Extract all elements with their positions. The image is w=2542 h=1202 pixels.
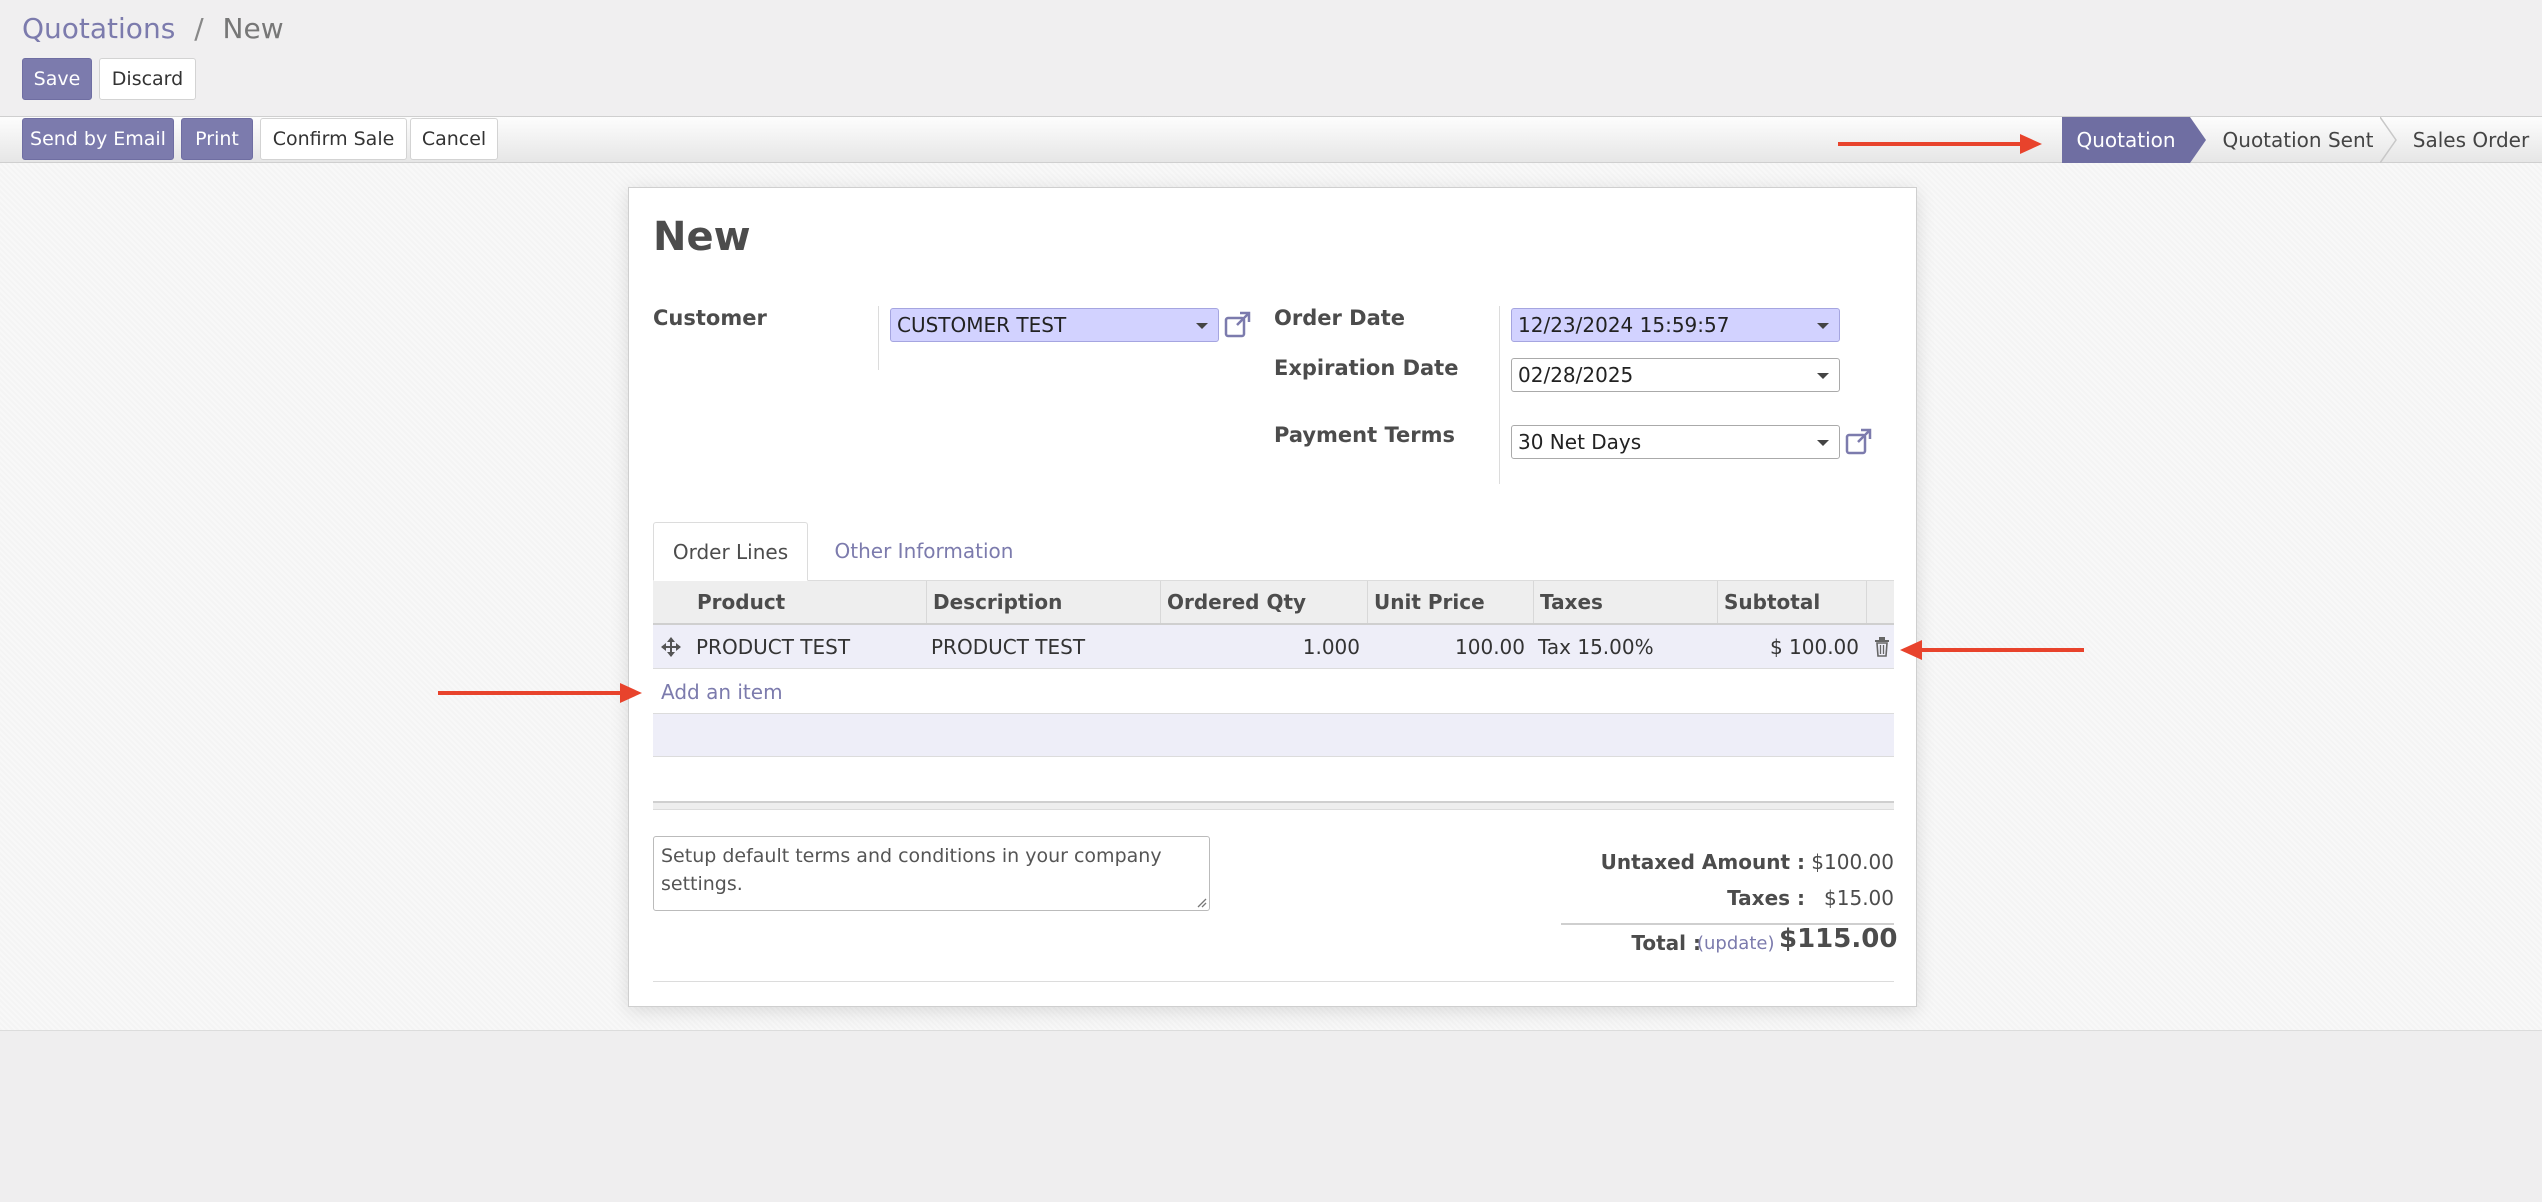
cell-subtotal: $ 100.00 bbox=[1769, 635, 1859, 659]
drag-handle-icon[interactable] bbox=[661, 637, 681, 657]
cell-description: PRODUCT TEST bbox=[931, 635, 1086, 659]
expiration-date-value: 02/28/2025 bbox=[1518, 363, 1634, 387]
stage-quotation-sent[interactable]: Quotation Sent bbox=[2208, 117, 2388, 163]
field-divider bbox=[878, 306, 879, 370]
stage-quotation[interactable]: Quotation bbox=[2062, 117, 2190, 163]
cell-ordered-qty: 1.000 bbox=[1302, 635, 1360, 659]
column-header-ordered-qty[interactable]: Ordered Qty bbox=[1160, 581, 1367, 623]
send-by-email-button[interactable]: Send by Email bbox=[22, 118, 174, 160]
order-date-field[interactable]: 12/23/2024 15:59:57 bbox=[1511, 308, 1840, 342]
order-date-value: 12/23/2024 15:59:57 bbox=[1518, 313, 1730, 337]
save-button[interactable]: Save bbox=[22, 58, 92, 100]
payment-terms-value: 30 Net Days bbox=[1518, 430, 1642, 454]
untaxed-amount-label: Untaxed Amount : bbox=[1600, 850, 1805, 874]
dropdown-caret-icon[interactable] bbox=[1196, 323, 1208, 329]
update-link[interactable]: (update) bbox=[1697, 933, 1774, 954]
stage-arrow-divider bbox=[2380, 117, 2397, 163]
dropdown-caret-icon[interactable] bbox=[1817, 373, 1829, 379]
empty-table-row bbox=[653, 713, 1894, 757]
table-row[interactable]: PRODUCT TEST PRODUCT TEST 1.000 100.00 T… bbox=[653, 625, 1894, 669]
control-panel: Quotations / New Save Discard bbox=[0, 0, 2542, 116]
cancel-button[interactable]: Cancel bbox=[410, 118, 498, 160]
total-value: $115.00 bbox=[1779, 924, 1898, 954]
taxes-value: $15.00 bbox=[1824, 886, 1894, 910]
table-footer bbox=[653, 801, 1894, 810]
dropdown-caret-icon[interactable] bbox=[1817, 323, 1829, 329]
customer-label: Customer bbox=[653, 306, 767, 330]
dropdown-caret-icon[interactable] bbox=[1817, 440, 1829, 446]
stage-arrow-active bbox=[2190, 117, 2206, 163]
cell-taxes: Tax 15.00% bbox=[1538, 635, 1654, 659]
column-header-unit-price[interactable]: Unit Price bbox=[1367, 581, 1533, 623]
column-header-subtotal[interactable]: Subtotal bbox=[1717, 581, 1866, 623]
taxes-label: Taxes : bbox=[1727, 886, 1805, 910]
expiration-date-label: Expiration Date bbox=[1274, 356, 1459, 380]
payment-terms-label: Payment Terms bbox=[1274, 423, 1455, 447]
customer-field[interactable]: CUSTOMER TEST bbox=[890, 308, 1219, 342]
column-header-taxes[interactable]: Taxes bbox=[1533, 581, 1717, 623]
annotation-arrow bbox=[438, 683, 642, 703]
external-link-icon[interactable] bbox=[1844, 426, 1874, 456]
expiration-date-field[interactable]: 02/28/2025 bbox=[1511, 358, 1840, 392]
tab-other-information[interactable]: Other Information bbox=[819, 522, 1029, 580]
breadcrumb-current: New bbox=[222, 12, 284, 45]
page-title: New bbox=[653, 214, 751, 260]
column-header-description[interactable]: Description bbox=[926, 581, 1160, 623]
external-link-icon[interactable] bbox=[1223, 309, 1253, 339]
breadcrumb-parent-link[interactable]: Quotations bbox=[22, 12, 175, 45]
print-button[interactable]: Print bbox=[181, 118, 253, 160]
untaxed-amount-value: $100.00 bbox=[1811, 850, 1894, 874]
cell-unit-price: 100.00 bbox=[1455, 635, 1525, 659]
column-header-product[interactable]: Product bbox=[691, 581, 926, 623]
confirm-sale-button[interactable]: Confirm Sale bbox=[260, 118, 407, 160]
stage-sales-order[interactable]: Sales Order bbox=[2400, 117, 2542, 163]
tab-order-lines[interactable]: Order Lines bbox=[653, 522, 808, 581]
trash-icon[interactable] bbox=[1874, 637, 1890, 657]
customer-value: CUSTOMER TEST bbox=[897, 313, 1067, 337]
terms-text: Setup default terms and conditions in yo… bbox=[661, 845, 1162, 895]
field-divider bbox=[1499, 306, 1500, 484]
statusbar: Send by Email Print Confirm Sale Cancel … bbox=[0, 116, 2542, 163]
annotation-arrow bbox=[1900, 640, 2084, 660]
sheet-bottom-divider bbox=[653, 981, 1894, 982]
cell-product: PRODUCT TEST bbox=[696, 635, 851, 659]
total-label: Total : bbox=[1631, 931, 1701, 955]
annotation-arrow bbox=[1838, 134, 2042, 154]
quotation-form-sheet: New Customer CUSTOMER TEST Order Date Ex… bbox=[628, 187, 1917, 1007]
order-lines-header: Product Description Ordered Qty Unit Pri… bbox=[653, 581, 1894, 625]
terms-and-conditions-textarea[interactable]: Setup default terms and conditions in yo… bbox=[653, 836, 1210, 911]
order-date-label: Order Date bbox=[1274, 306, 1406, 330]
resize-handle-icon[interactable] bbox=[1195, 896, 1207, 908]
payment-terms-field[interactable]: 30 Net Days bbox=[1511, 425, 1840, 459]
discard-button[interactable]: Discard bbox=[99, 58, 196, 100]
breadcrumb: Quotations / New bbox=[22, 12, 284, 45]
add-an-item-link[interactable]: Add an item bbox=[661, 680, 783, 704]
breadcrumb-separator: / bbox=[194, 12, 204, 45]
column-header-actions bbox=[1866, 581, 1894, 623]
